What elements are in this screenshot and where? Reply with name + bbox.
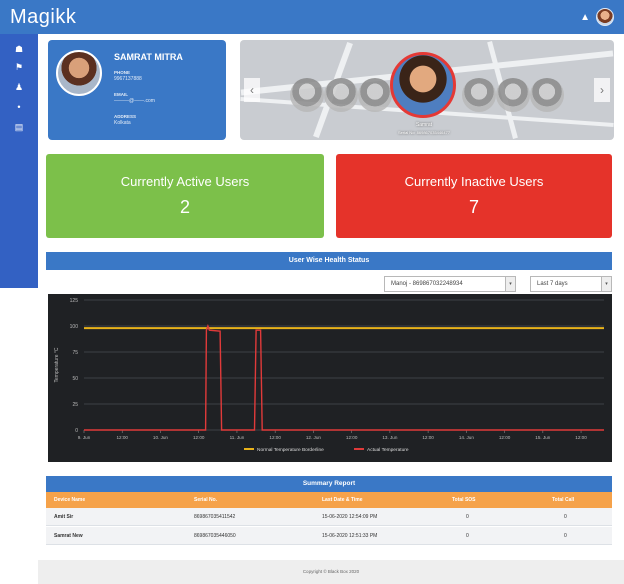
user-thumb[interactable] <box>462 78 496 112</box>
summary-report-title: Summary Report <box>46 476 612 492</box>
column-header[interactable]: Total Call <box>552 492 574 508</box>
chart-icon[interactable]: ▤ <box>0 116 38 138</box>
address-label: ADDRESS <box>114 114 137 119</box>
selected-user-serial: Serial No: 869867035446477 <box>397 130 451 135</box>
user-thumb[interactable] <box>496 78 530 112</box>
table-row[interactable]: Amit Sir 869867035411542 15-06-2020 12:5… <box>46 508 612 526</box>
profile-card: SAMRAT MITRA PHONE 9967137888 EMAIL ———@… <box>48 40 226 140</box>
topbar-right: ▲ <box>580 8 614 26</box>
selected-user-name: Samrat <box>415 122 433 128</box>
device-name-cell: Amit Sir <box>54 514 74 520</box>
y-tick-label: 25 <box>72 402 78 408</box>
user-select[interactable]: Manoj - 869867032248934 ▾ <box>384 276 516 292</box>
device-name-cell: Samrat New <box>54 533 83 539</box>
y-tick-label: 100 <box>70 324 79 330</box>
datetime-cell: 15-06-2020 12:54:09 PM <box>322 514 378 520</box>
brand-logo[interactable]: Magikk <box>10 6 76 29</box>
legend-label: Normal Temperature Borderline <box>257 447 324 453</box>
datetime-cell: 15-06-2020 12:51:33 PM <box>322 533 378 539</box>
temperature-chart-svg: 0 25 50 75 100 125 Temperature °C 9. Jun 12:00 10… <box>54 298 604 453</box>
user-thumb[interactable] <box>324 78 358 112</box>
active-users-label: Currently Active Users <box>120 174 250 189</box>
user-thumb[interactable] <box>358 78 392 112</box>
y-tick-label: 75 <box>72 350 78 356</box>
x-tick-label: 12:00 <box>575 435 587 440</box>
inactive-users-card[interactable]: Currently Inactive Users 7 <box>336 154 612 238</box>
y-tick-label: 50 <box>72 376 78 382</box>
legend-label: Actual Temperature <box>367 447 409 453</box>
sos-cell: 0 <box>466 514 469 520</box>
y-tick-label: 0 <box>75 428 78 434</box>
address-value: Kolkata <box>114 120 131 126</box>
x-tick-label: 12:00 <box>499 435 511 440</box>
summary-table-header: Device Name Serial No. Last Date & Time … <box>46 492 612 508</box>
inactive-users-label: Currently Inactive Users <box>404 174 544 189</box>
phone-value: 9967137888 <box>114 76 142 82</box>
user-avatar[interactable] <box>596 8 614 26</box>
range-select[interactable]: Last 7 days ▾ <box>530 276 612 292</box>
serial-cell: 869867035411542 <box>194 514 236 520</box>
user-icon[interactable]: ♟ <box>0 76 38 98</box>
active-users-count: 2 <box>179 197 190 217</box>
x-tick-label: 15. Jun <box>535 435 551 440</box>
x-tick-label: 10. Jun <box>153 435 169 440</box>
column-header[interactable]: Device Name <box>54 492 85 508</box>
column-header[interactable]: Last Date & Time <box>322 492 362 508</box>
top-bar: Magikk ▲ <box>0 0 624 34</box>
health-status-title: User Wise Health Status <box>46 252 612 270</box>
x-tick-label: 12:00 <box>116 435 128 440</box>
gallery-prev-button[interactable]: ‹ <box>244 78 260 102</box>
x-tick-label: 14. Jun <box>459 435 475 440</box>
serial-cell: 869867035446050 <box>194 533 236 539</box>
sos-cell: 0 <box>466 533 469 539</box>
phone-label: PHONE <box>114 70 131 75</box>
active-users-card[interactable]: Currently Active Users 2 <box>46 154 324 238</box>
gallery-next-button[interactable]: › <box>594 78 610 102</box>
footer-copyright: Copyright © Black Box 2020 <box>38 560 624 584</box>
selected-user-photo[interactable] <box>390 52 456 118</box>
x-tick-label: 9. Jun <box>78 435 91 440</box>
x-tick-label: 12:00 <box>346 435 358 440</box>
column-header[interactable]: Serial No. <box>194 492 217 508</box>
range-select-value: Last 7 days <box>537 281 568 287</box>
x-tick-label: 12:00 <box>269 435 281 440</box>
sidebar-blank <box>0 288 38 584</box>
call-cell: 0 <box>564 533 567 539</box>
caret-up-icon[interactable]: ▲ <box>580 12 590 23</box>
x-tick-label: 12. Jun <box>306 435 322 440</box>
inactive-users-count: 7 <box>468 197 479 217</box>
chevron-down-icon: ▾ <box>601 277 611 291</box>
profile-name: SAMRAT MITRA <box>114 52 183 62</box>
user-thumb[interactable] <box>290 78 324 112</box>
x-tick-label: 11. Jun <box>230 435 245 440</box>
email-value: ———@——.com <box>114 98 155 104</box>
dot-icon[interactable]: • <box>0 96 38 118</box>
flag-icon[interactable]: ⚑ <box>0 56 38 78</box>
x-tick-label: 12:00 <box>193 435 205 440</box>
x-tick-label: 12:00 <box>422 435 434 440</box>
y-tick-label: 125 <box>70 298 79 304</box>
user-gallery: Samrat Serial No: 869867035446477 ‹ › <box>240 40 614 140</box>
temperature-chart: 0 25 50 75 100 125 Temperature °C 9. Jun 12:00 10… <box>48 294 612 462</box>
user-thumb[interactable] <box>530 78 564 112</box>
column-header[interactable]: Total SOS <box>452 492 476 508</box>
call-cell: 0 <box>564 514 567 520</box>
profile-avatar <box>56 50 102 96</box>
y-axis-label: Temperature °C <box>54 347 60 382</box>
x-tick-label: 13. Jun <box>382 435 398 440</box>
user-select-value: Manoj - 869867032248934 <box>391 281 463 287</box>
email-label: EMAIL <box>114 92 128 97</box>
table-row[interactable]: Samrat New 869867035446050 15-06-2020 12… <box>46 527 612 545</box>
chevron-down-icon: ▾ <box>505 277 515 291</box>
